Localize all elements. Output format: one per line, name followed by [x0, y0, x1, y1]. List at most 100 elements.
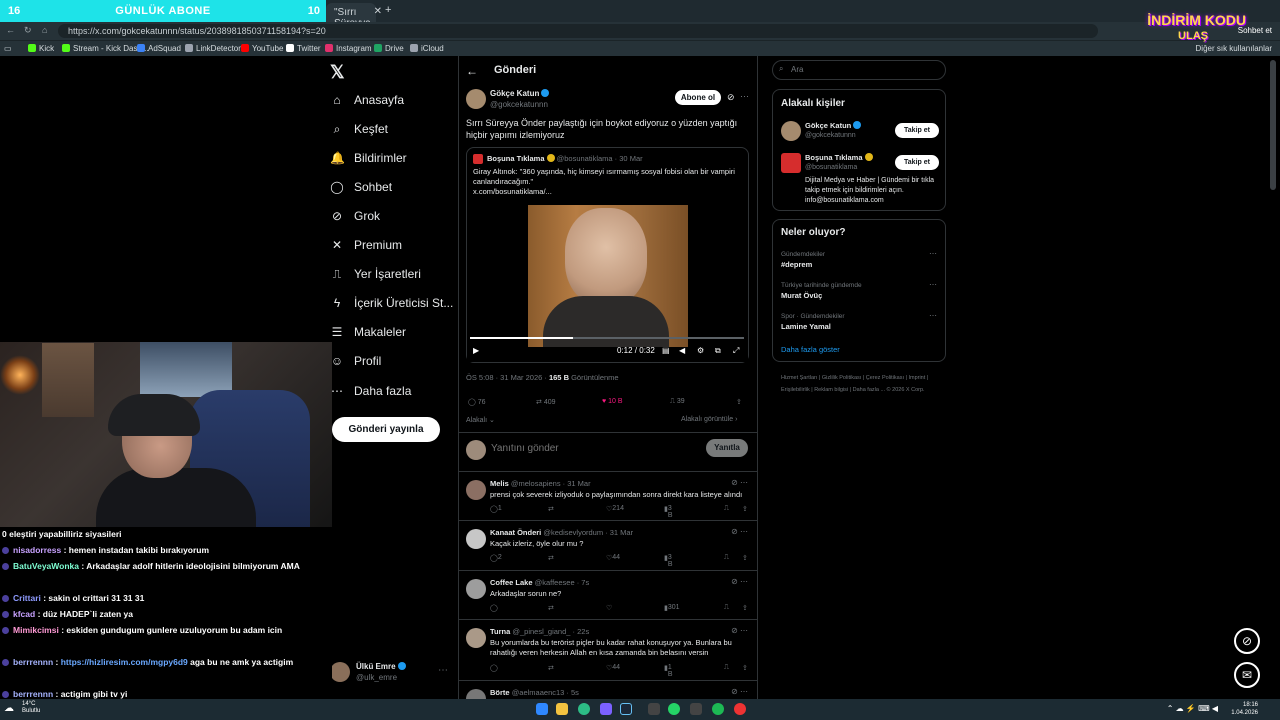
like-action[interactable]: ♥ 10 B — [602, 398, 623, 405]
file-explorer-icon[interactable] — [556, 703, 568, 715]
sort-replies[interactable]: Alakalı ⌄ — [466, 416, 495, 424]
quoted-link[interactable]: x.com/bosunatiklama/... — [473, 187, 745, 197]
post-author-name[interactable]: Gökçe Katun — [490, 89, 550, 98]
bookmark-item[interactable]: iCloud — [410, 44, 444, 53]
bookmark-item[interactable]: Instagram — [325, 44, 372, 53]
chat-username[interactable]: berrrennn — [13, 657, 53, 667]
comment[interactable]: Börte @aelmaaenc13 · 5s ⊘ ⋯ — [458, 681, 758, 709]
reply-input[interactable] — [491, 443, 671, 454]
comment[interactable]: Kanaat Önderi @kedisevlyordum · 31 Mar ⊘ … — [458, 521, 758, 571]
comment[interactable]: Coffee Lake @kaffeesee · 7s ⊘ ⋯ Arkadaşlar… — [458, 571, 758, 620]
app-icon[interactable] — [600, 703, 612, 715]
avatar[interactable] — [466, 529, 486, 549]
comment-author[interactable]: Börte @aelmaaenc13 · 5s — [490, 688, 579, 697]
views-action[interactable]: ▮ 3 B — [664, 505, 673, 519]
bookmark-action[interactable]: ⎍ 39 — [670, 398, 685, 406]
share-icon[interactable]: ⇪ — [742, 554, 748, 562]
nav-item-4[interactable]: ◯ Sohbet — [330, 176, 392, 198]
repost-action[interactable]: ⇄ — [548, 664, 554, 672]
more-options-icon[interactable]: ⋯ — [740, 91, 749, 102]
show-more-link[interactable]: Daha fazla göster — [781, 345, 840, 354]
app-icon[interactable] — [690, 703, 702, 715]
nav-item-3[interactable]: 🔔 Bildirimler — [330, 147, 407, 169]
share-icon[interactable]: ⇪ — [742, 604, 748, 612]
view-related[interactable]: Alakalı görüntüle › — [681, 416, 737, 423]
footer-links[interactable]: Hizmet Şartları | Gizlilik Politikası | … — [781, 372, 943, 396]
more-options-icon[interactable]: ⋯ — [929, 249, 937, 258]
avatar[interactable] — [781, 153, 801, 173]
post-author-handle[interactable]: @gokcekatunnn — [490, 100, 548, 109]
weather-widget[interactable]: 14°C Bulutlu — [22, 701, 40, 715]
repost-action[interactable]: ⇄ 409 — [536, 398, 556, 406]
nav-item-9[interactable]: ☰ Makaleler — [330, 321, 406, 343]
bookmark-item[interactable]: AdSquad — [137, 44, 181, 53]
scrollbar[interactable] — [1270, 60, 1276, 190]
chrome-icon[interactable] — [734, 703, 746, 715]
back-arrow-icon[interactable]: ← — [466, 64, 478, 78]
fullscreen-icon[interactable]: ⤢ — [733, 346, 739, 356]
bookmark-item[interactable]: Stream - Kick Dash... — [62, 44, 149, 53]
avatar[interactable] — [466, 89, 486, 109]
browser-tab[interactable]: "Sırrı Süreyya ✕ — [326, 3, 382, 29]
reply-action[interactable]: ◯ 1 — [490, 505, 502, 513]
reply-action[interactable]: ◯ — [490, 664, 498, 672]
person-name[interactable]: Boşuna Tıklama — [805, 153, 873, 162]
avatar[interactable] — [781, 121, 801, 141]
volume-icon[interactable]: ◀ — [679, 346, 685, 355]
more-options-icon[interactable]: ⊘ ⋯ — [731, 577, 748, 586]
repost-action[interactable]: ⇄ — [548, 604, 554, 612]
nav-item-8[interactable]: ϟ İçerik Üreticisi St... — [330, 292, 454, 314]
pip-icon[interactable]: ⧉ — [715, 346, 721, 356]
reply-action[interactable]: ◯ 2 — [490, 554, 502, 562]
views-action[interactable]: ▮ 301 — [664, 604, 680, 612]
comment-author[interactable]: Kanaat Önderi @kedisevlyordum · 31 Mar — [490, 528, 633, 537]
comment-author[interactable]: Coffee Lake @kaffeesee · 7s — [490, 578, 589, 587]
x-logo-icon[interactable]: 𝕏 — [330, 62, 345, 83]
tab-close-icon[interactable]: ✕ — [374, 6, 382, 17]
bookmark-icon[interactable]: ⎍ — [724, 554, 729, 562]
chat-username[interactable]: kfcad — [13, 609, 35, 619]
chat-link[interactable]: https://hizliresim.com/mgpy6d9 — [61, 657, 188, 667]
url-field[interactable]: https://x.com/gokcekatunnn/status/203898… — [58, 24, 1098, 38]
chat-username[interactable]: Crittari — [13, 593, 41, 603]
more-options-icon[interactable]: ⋯ — [438, 665, 448, 676]
bookmark-item[interactable]: Twitter — [286, 44, 321, 53]
reply-action[interactable]: ◯ 76 — [468, 398, 486, 406]
post-button[interactable]: Gönderi yayınla — [332, 417, 440, 442]
views-action[interactable]: ▮ 1 B — [664, 664, 673, 678]
person-name[interactable]: Gökçe Katun — [805, 121, 862, 130]
comment[interactable]: Turna @_pinesl_giand_ · 22s ⊘ ⋯ Bu yorumla… — [458, 620, 758, 681]
subscribe-button[interactable]: Abone ol — [675, 90, 721, 105]
grok-icon[interactable]: ⊘ — [727, 92, 735, 103]
reload-icon[interactable]: ↻ — [24, 25, 32, 36]
nav-item-1[interactable]: ⌂ Anasayfa — [330, 89, 404, 111]
search-input[interactable]: Ara — [772, 60, 946, 80]
home-browser-icon[interactable]: ⌂ — [42, 25, 47, 35]
chat-username[interactable]: nisadorress — [13, 545, 61, 555]
trend-item[interactable]: Türkiye tarihinde gündemde Murat Övüç ⋯ — [773, 278, 945, 308]
trend-item[interactable]: Spor · Gündemdekiler Lamine Yamal ⋯ — [773, 309, 945, 339]
new-tab-icon[interactable]: + — [385, 4, 391, 16]
chat-username[interactable]: Mimikcimsi — [13, 625, 59, 635]
browser-chat-button[interactable]: Sohbet et — [1238, 26, 1272, 35]
other-bookmarks[interactable]: Diğer sık kullanılanlar — [1196, 44, 1272, 53]
system-tray[interactable]: ⌃ ☁ ⚡ ⌨ ◀ — [1167, 704, 1218, 713]
avatar[interactable] — [466, 628, 486, 648]
bookmark-item[interactable]: Kick — [28, 44, 54, 53]
repost-action[interactable]: ⇄ — [548, 554, 554, 562]
captions-icon[interactable]: ▤ — [662, 346, 670, 355]
more-options-icon[interactable]: ⊘ ⋯ — [731, 527, 748, 536]
repost-action[interactable]: ⇄ — [548, 505, 554, 513]
start-icon[interactable] — [536, 703, 548, 715]
steam-icon[interactable] — [620, 703, 632, 715]
account-switcher[interactable]: Ülkü Emre @ulk_emre ⋯ — [330, 660, 450, 686]
more-options-icon[interactable]: ⋯ — [929, 280, 937, 289]
back-icon[interactable]: ← — [6, 25, 15, 35]
bookmark-icon[interactable]: ⎍ — [724, 664, 729, 672]
messages-fab-icon[interactable]: ✉ — [1234, 662, 1260, 688]
reply-button[interactable]: Yanıtla — [706, 439, 748, 457]
more-options-icon[interactable]: ⊘ ⋯ — [731, 687, 748, 696]
nav-item-5[interactable]: ⊘ Grok — [330, 205, 380, 227]
nav-item-6[interactable]: ✕ Premium — [330, 234, 402, 256]
reply-action[interactable]: ◯ — [490, 604, 498, 612]
